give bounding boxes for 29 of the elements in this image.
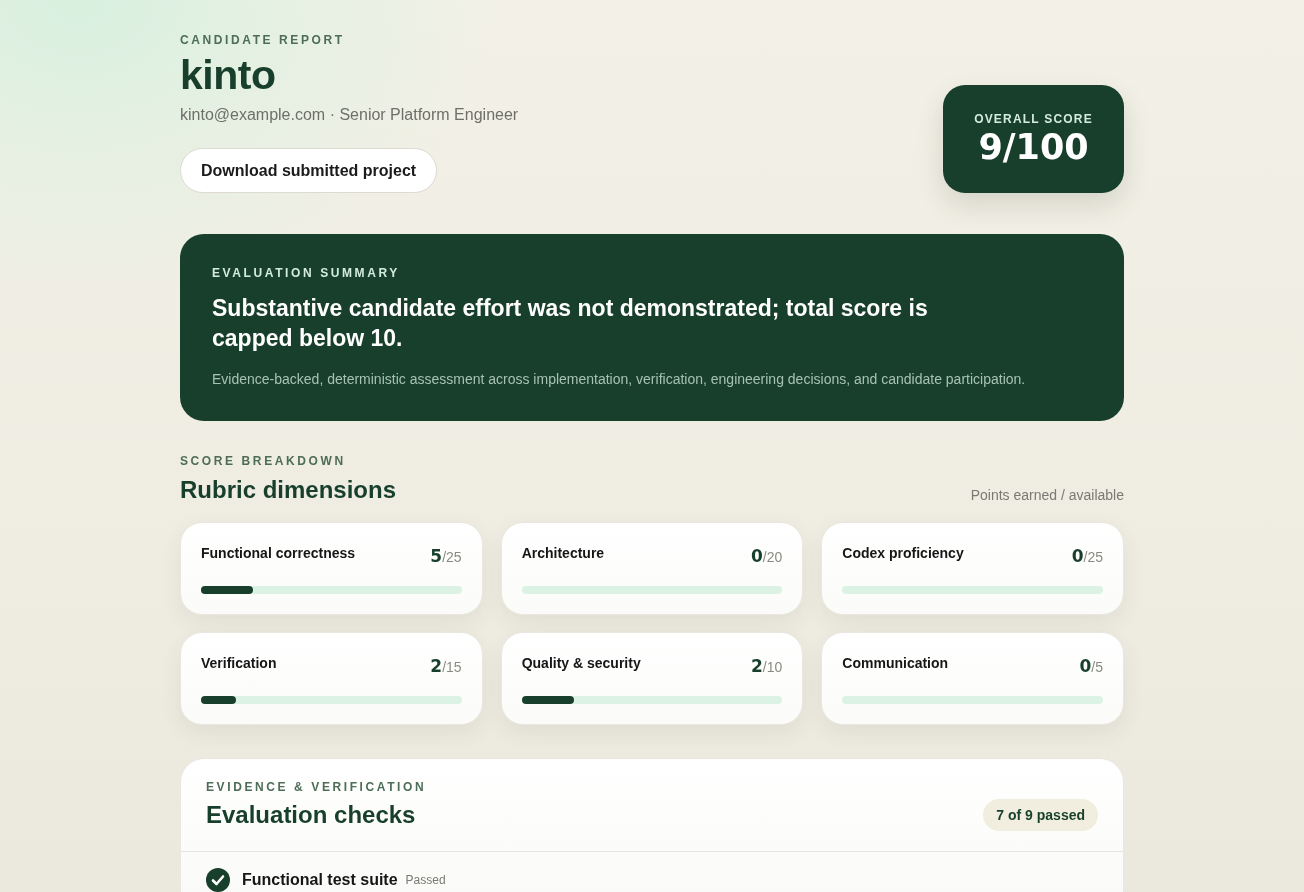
candidate-subtitle: kinto@example.com · Senior Platform Engineer xyxy=(180,105,519,125)
dimension-name: Architecture xyxy=(521,544,605,563)
points-note: Points earned / available xyxy=(970,486,1124,505)
section-eyebrow: EVIDENCE & VERIFICATION xyxy=(206,779,427,795)
dimension-score: 5/25 xyxy=(430,545,462,568)
summary-headline: Substantive candidate effort was not demonstrated; total score is capped below 10. xyxy=(212,294,929,353)
dimension-name: Quality & security xyxy=(521,654,641,673)
dimension-score: 2/15 xyxy=(430,655,462,678)
dimension-score: 0/5 xyxy=(1079,655,1103,678)
section-eyebrow: CANDIDATE REPORT xyxy=(180,32,346,48)
check-status: Passed xyxy=(405,872,446,888)
dimension-name: Communication xyxy=(842,654,949,673)
summary-description: Evidence-backed, deterministic assessment across implementation, verification, engineering decisions, and candidate participation. xyxy=(212,370,1027,389)
dimension-score: 0/20 xyxy=(751,545,783,568)
passed-count-badge: 7 of 9 passed xyxy=(983,799,1098,831)
score-value: 9/100 xyxy=(978,127,1089,167)
section-eyebrow: EVALUATION SUMMARY xyxy=(212,265,401,281)
dimension-score: 0/25 xyxy=(1071,545,1103,568)
dimension-name: Verification xyxy=(201,654,277,673)
score-label: OVERALL SCORE xyxy=(974,111,1093,127)
candidate-name: kinto xyxy=(180,52,277,98)
download-button[interactable]: Download submitted project xyxy=(180,148,438,193)
section-title: Rubric dimensions xyxy=(180,475,397,505)
dimension-name: Functional correctness xyxy=(201,544,356,563)
check-name: Functional test suite xyxy=(242,870,398,890)
dimension-score: 2/10 xyxy=(751,655,783,678)
section-eyebrow: SCORE BREAKDOWN xyxy=(180,453,347,469)
dimension-name: Codex proficiency xyxy=(842,544,964,563)
section-title: Evaluation checks xyxy=(206,800,417,830)
